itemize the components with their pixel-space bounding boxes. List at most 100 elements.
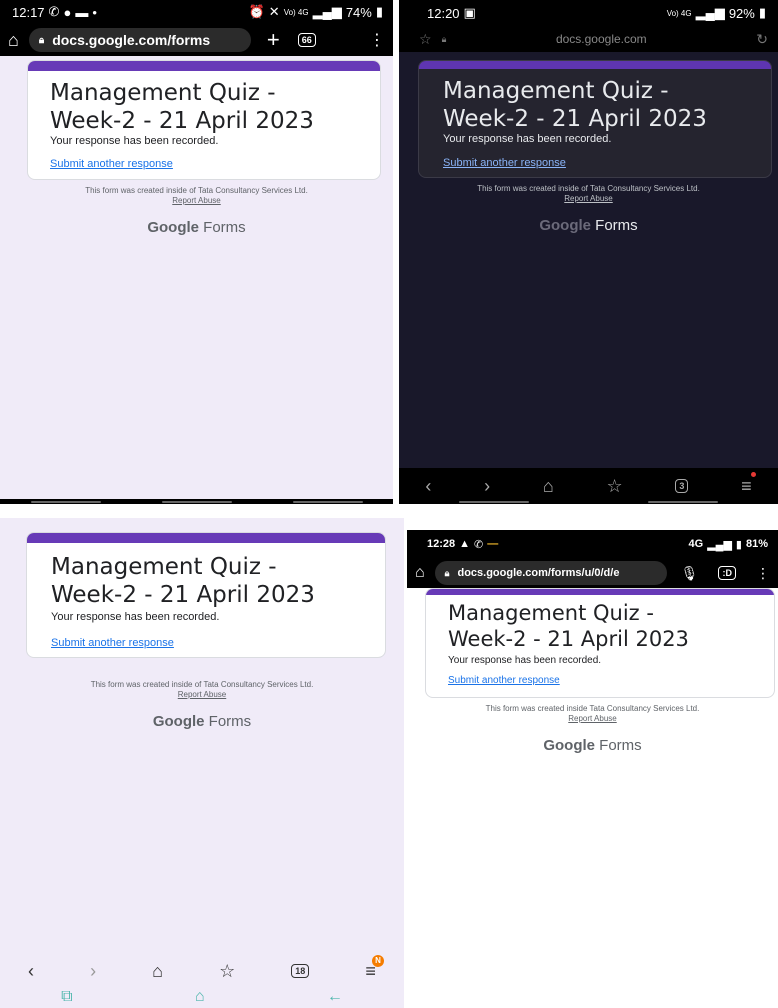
forward-icon[interactable]: › [90,961,96,982]
bookmark-star-icon[interactable]: ☆ [419,31,432,48]
url-field[interactable]: 🔒︎ docs.google.com/forms [28,28,251,52]
submit-another-link[interactable]: Submit another response [51,637,174,649]
tab-switcher-button[interactable]: 66 [297,33,316,47]
battery-percent: 81% [745,538,768,550]
created-note: This form was created inside Tata Consul… [485,704,700,713]
card-accent-bar [28,61,380,71]
form-footer: This form was created inside of Tata Con… [399,184,778,234]
report-abuse-link[interactable]: Report Abuse [407,714,778,723]
signal-icon: ▂▄▆ [695,5,725,20]
dot-icon: • [92,4,97,20]
form-confirmation-card: Management Quiz - Week-2 - 21 April 2023… [418,60,772,178]
location-icon: ● [63,4,72,20]
image-icon: ▣ [463,5,476,20]
system-navigation-bar: ⧉ ⌂ ← [0,986,404,1008]
whatsapp-icon: ✆ [474,538,484,551]
whatsapp-icon: ✆ [48,4,60,19]
created-note: This form was created inside of Tata Con… [85,186,308,195]
menu-kebab-icon[interactable]: ⋮ [369,30,385,50]
battery-icon: ▮ [758,5,766,20]
submit-another-link[interactable]: Submit another response [443,157,566,169]
menu-icon[interactable]: ≡ [741,471,756,497]
home-icon[interactable]: ⌂ [543,476,554,497]
card-accent-bar [426,589,774,595]
google-forms-logo[interactable]: Google Forms [399,217,778,234]
battery-icon: ▮ [735,538,742,551]
google-forms-logo[interactable]: Google Forms [0,219,393,236]
report-abuse-link[interactable]: Report Abuse [0,690,404,699]
url-text: docs.google.com/forms/u/0/d/e [457,567,620,579]
new-tab-icon[interactable]: + [267,27,280,53]
home-icon[interactable]: ⌂ [152,961,163,982]
forward-icon[interactable]: › [484,476,490,497]
notification-dot [750,471,756,477]
home-icon[interactable]: ⌂ [415,564,425,582]
browser-address-bar: ☆ 🔒︎ docs.google.com ↻ [399,26,778,52]
microphone-icon[interactable]: 🎙︎ [681,565,699,582]
form-footer: This form was created inside of Tata Con… [0,680,404,730]
url-text[interactable]: docs.google.com [446,32,756,46]
status-bar: 12:17 ✆ ● ▬ • ⏰ ✕ Vo) 4G ▂▄▆ 74% ▮ [0,0,393,24]
form-title: Management Quiz - Week-2 - 21 April 2023 [443,78,707,133]
tab-switcher-button[interactable]: :D [718,566,736,580]
clock: 12:17 [12,4,45,20]
form-title: Management Quiz - Week-2 - 21 April 2023 [51,554,315,609]
status-bar: 12:28 ▲ ✆ — 4G ▂▄▆ ▮ 81% [407,530,778,558]
signal-icon: ▂▄▆ [312,4,342,19]
screenshot-4: 12:28 ▲ ✆ — 4G ▂▄▆ ▮ 81% ⌂ 🔒︎ docs.googl… [407,530,778,1008]
tab-switcher-button[interactable]: 3 [675,479,689,493]
signal-icon: ▂▄▆ [707,538,732,551]
tab-switcher-button[interactable]: 18 [291,964,310,978]
clock: 12:28 [427,538,456,550]
report-abuse-link[interactable]: Report Abuse [0,196,393,205]
battery-percent: 74% [345,4,372,20]
home-icon[interactable]: ⌂ [195,988,205,1006]
message-icon: ▬ [75,4,89,20]
dash-icon: — [487,538,499,550]
back-arrow-icon[interactable]: ← [327,988,343,1006]
google-forms-logo[interactable]: Google Forms [0,713,404,730]
form-title: Management Quiz - Week-2 - 21 April 2023 [448,601,689,651]
submit-another-link[interactable]: Submit another response [50,158,173,170]
clock: 12:20 [427,5,460,21]
notification-badge: N [372,954,384,967]
form-title: Management Quiz - Week-2 - 21 April 2023 [50,80,314,135]
url-field[interactable]: 🔒︎ docs.google.com/forms/u/0/d/e [434,561,667,585]
mute-icon: ✕ [268,4,280,19]
status-bar: 12:20 ▣ Vo) 4G ▂▄▆ 92% ▮ [399,0,778,26]
gesture-bar [0,499,393,504]
menu-icon[interactable]: ≡ N [365,954,384,982]
submit-another-link[interactable]: Submit another response [448,675,560,686]
created-note: This form was created inside of Tata Con… [90,680,314,689]
notification-icon: ▲ [459,538,471,550]
home-icon[interactable]: ⌂ [8,30,19,51]
gesture-bar [399,499,778,504]
form-confirmation-card: Management Quiz - Week-2 - 21 April 2023… [425,588,775,698]
form-confirmation-card: Management Quiz - Week-2 - 21 April 2023… [26,532,386,658]
bookmarks-icon[interactable]: ☆ [606,476,622,497]
browser-address-bar: ⌂ 🔒︎ docs.google.com/forms/u/0/d/e 🎙︎ :D… [407,558,778,588]
bookmarks-icon[interactable]: ☆ [219,961,235,982]
browser-bottom-toolbar: ‹ › ⌂ ☆ 18 ≡ N [0,954,404,986]
menu-kebab-icon[interactable]: ⋮ [756,565,770,582]
confirmation-message: Your response has been recorded. [51,611,220,623]
confirmation-message: Your response has been recorded. [448,655,602,666]
reload-icon[interactable]: ↻ [756,31,768,48]
alarm-icon: ⏰ [248,4,265,19]
screenshot-3: Management Quiz - Week-2 - 21 April 2023… [0,518,404,1008]
recents-icon[interactable]: ⧉ [61,988,72,1006]
google-forms-logo[interactable]: Google Forms [407,737,778,754]
battery-icon: ▮ [375,4,383,19]
confirmation-message: Your response has been recorded. [443,133,612,145]
network-text: Vo) 4G [666,8,692,18]
card-accent-bar [419,61,771,69]
network-text: Vo) 4G [283,7,309,17]
form-confirmation-card: Management Quiz - Week-2 - 21 April 2023… [27,60,381,180]
form-footer: This form was created inside of Tata Con… [0,186,393,236]
back-icon[interactable]: ‹ [28,961,34,982]
lock-icon: 🔒︎ [38,34,45,46]
screenshot-2: 12:20 ▣ Vo) 4G ▂▄▆ 92% ▮ ☆ 🔒︎ docs.googl… [399,0,778,504]
back-icon[interactable]: ‹ [425,476,431,497]
report-abuse-link[interactable]: Report Abuse [399,194,778,203]
lock-icon: 🔒︎ [444,567,450,578]
